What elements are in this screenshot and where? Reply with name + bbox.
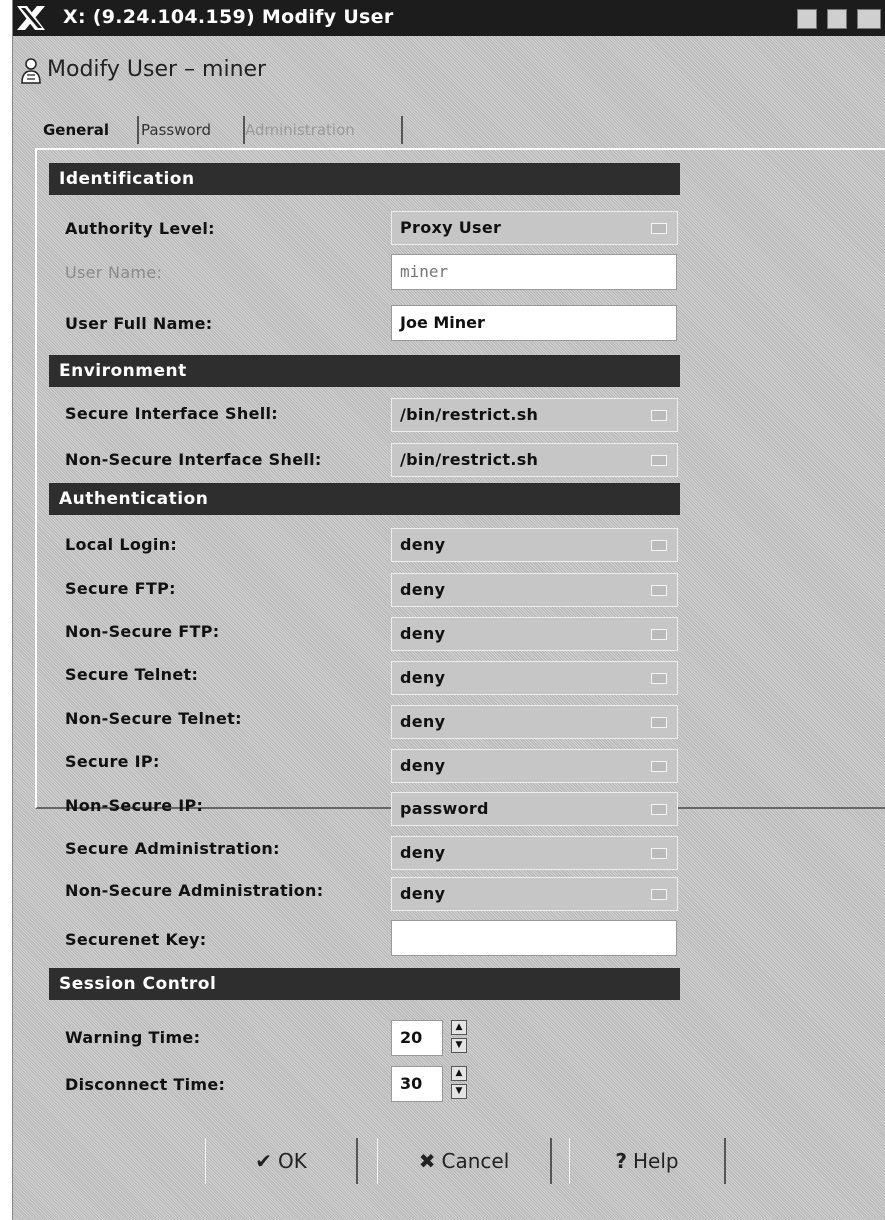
nonsecure-ftp-select[interactable]: deny xyxy=(391,617,678,651)
user-name-label: User Name: xyxy=(65,263,163,282)
spin-up-icon[interactable]: ▲ xyxy=(451,1066,467,1081)
nonsecure-admin-label: Non-Secure Administration: xyxy=(65,881,324,900)
tab-password[interactable]: Password xyxy=(137,116,245,144)
secure-shell-value: /bin/restrict.sh xyxy=(400,405,539,424)
disconnect-time-stepper: ▲ ▼ xyxy=(451,1066,469,1100)
authority-level-select[interactable]: Proxy User xyxy=(391,211,678,245)
nonsecure-shell-label: Non-Secure Interface Shell: xyxy=(65,450,322,469)
secure-telnet-value: deny xyxy=(400,668,446,687)
dropdown-icon xyxy=(651,761,667,772)
x-icon: ✖ xyxy=(418,1149,436,1173)
dropdown-icon xyxy=(651,717,667,728)
dropdown-icon xyxy=(651,223,667,234)
question-icon: ? xyxy=(615,1149,627,1173)
tab-administration: Administration xyxy=(241,116,403,144)
checkmark-icon: ✔ xyxy=(255,1149,272,1173)
securenet-key-label: Securenet Key: xyxy=(65,930,207,949)
dropdown-icon xyxy=(651,629,667,640)
nonsecure-admin-select[interactable]: deny xyxy=(391,877,678,911)
dropdown-icon xyxy=(651,410,667,421)
cancel-button[interactable]: ✖ Cancel xyxy=(377,1138,552,1184)
section-identification: Identification xyxy=(49,163,680,195)
spin-up-icon[interactable]: ▲ xyxy=(451,1020,467,1035)
nonsecure-admin-value: deny xyxy=(400,884,446,903)
nonsecure-telnet-value: deny xyxy=(400,712,446,731)
modify-user-window: X: (9.24.104.159) Modify User Modify Use… xyxy=(12,0,885,1220)
warning-time-label: Warning Time: xyxy=(65,1028,201,1047)
nonsecure-telnet-select[interactable]: deny xyxy=(391,705,678,739)
dropdown-icon xyxy=(651,540,667,551)
warning-time-input[interactable]: 20 xyxy=(391,1020,443,1056)
dropdown-icon xyxy=(651,673,667,684)
nonsecure-telnet-label: Non-Secure Telnet: xyxy=(65,709,242,728)
secure-ip-value: deny xyxy=(400,756,446,775)
warning-time-stepper: ▲ ▼ xyxy=(451,1020,469,1054)
securenet-key-field[interactable] xyxy=(391,920,677,956)
section-environment: Environment xyxy=(49,355,680,387)
secure-admin-select[interactable]: deny xyxy=(391,836,678,870)
secure-ftp-select[interactable]: deny xyxy=(391,573,678,607)
nonsecure-ip-label: Non-Secure IP: xyxy=(65,796,204,815)
user-full-name-field[interactable]: Joe Miner xyxy=(391,305,677,341)
secure-ftp-value: deny xyxy=(400,580,446,599)
dropdown-icon xyxy=(651,848,667,859)
cancel-label: Cancel xyxy=(441,1149,510,1173)
dialog-title: Modify User – miner xyxy=(47,57,267,82)
secure-ip-label: Secure IP: xyxy=(65,752,160,771)
secure-shell-select[interactable]: /bin/restrict.sh xyxy=(391,398,678,432)
tab-general[interactable]: General xyxy=(39,116,139,144)
nonsecure-ftp-label: Non-Secure FTP: xyxy=(65,622,220,641)
dropdown-icon xyxy=(651,889,667,900)
nonsecure-ip-select[interactable]: password xyxy=(391,792,678,826)
local-login-label: Local Login: xyxy=(65,535,178,554)
authority-level-label: Authority Level: xyxy=(65,219,215,238)
user-full-name-label: User Full Name: xyxy=(65,314,213,333)
dropdown-icon xyxy=(651,455,667,466)
help-button[interactable]: ? Help xyxy=(569,1138,726,1184)
nonsecure-shell-select[interactable]: /bin/restrict.sh xyxy=(391,443,678,477)
disconnect-time-input[interactable]: 30 xyxy=(391,1066,443,1102)
dropdown-icon xyxy=(651,585,667,596)
disconnect-time-label: Disconnect Time: xyxy=(65,1075,226,1094)
nonsecure-ip-value: password xyxy=(400,799,489,818)
nonsecure-ftp-value: deny xyxy=(400,624,446,643)
secure-ip-select[interactable]: deny xyxy=(391,749,678,783)
window-title: X: (9.24.104.159) Modify User xyxy=(63,6,394,28)
nonsecure-shell-value: /bin/restrict.sh xyxy=(400,450,539,469)
dropdown-icon xyxy=(651,804,667,815)
user-icon xyxy=(21,58,41,84)
local-login-select[interactable]: deny xyxy=(391,528,678,562)
title-bar[interactable]: X: (9.24.104.159) Modify User xyxy=(13,0,885,36)
secure-shell-label: Secure Interface Shell: xyxy=(65,404,278,423)
secure-admin-value: deny xyxy=(400,843,446,862)
help-label: Help xyxy=(633,1149,679,1173)
ok-label: OK xyxy=(277,1149,307,1173)
secure-admin-label: Secure Administration: xyxy=(65,839,280,858)
secure-telnet-select[interactable]: deny xyxy=(391,661,678,695)
section-authentication: Authentication xyxy=(49,483,680,515)
maximize-button[interactable] xyxy=(827,9,847,29)
secure-telnet-label: Secure Telnet: xyxy=(65,665,199,684)
ok-button[interactable]: ✔ OK xyxy=(205,1138,358,1184)
spin-down-icon[interactable]: ▼ xyxy=(451,1038,467,1053)
spin-down-icon[interactable]: ▼ xyxy=(451,1084,467,1099)
authority-level-value: Proxy User xyxy=(400,218,502,237)
secure-ftp-label: Secure FTP: xyxy=(65,579,176,598)
close-button[interactable] xyxy=(857,9,881,29)
local-login-value: deny xyxy=(400,535,446,554)
minimize-button[interactable] xyxy=(797,9,817,29)
x-logo-icon xyxy=(17,6,45,30)
user-name-field: miner xyxy=(391,254,677,290)
section-session-control: Session Control xyxy=(49,968,680,1000)
